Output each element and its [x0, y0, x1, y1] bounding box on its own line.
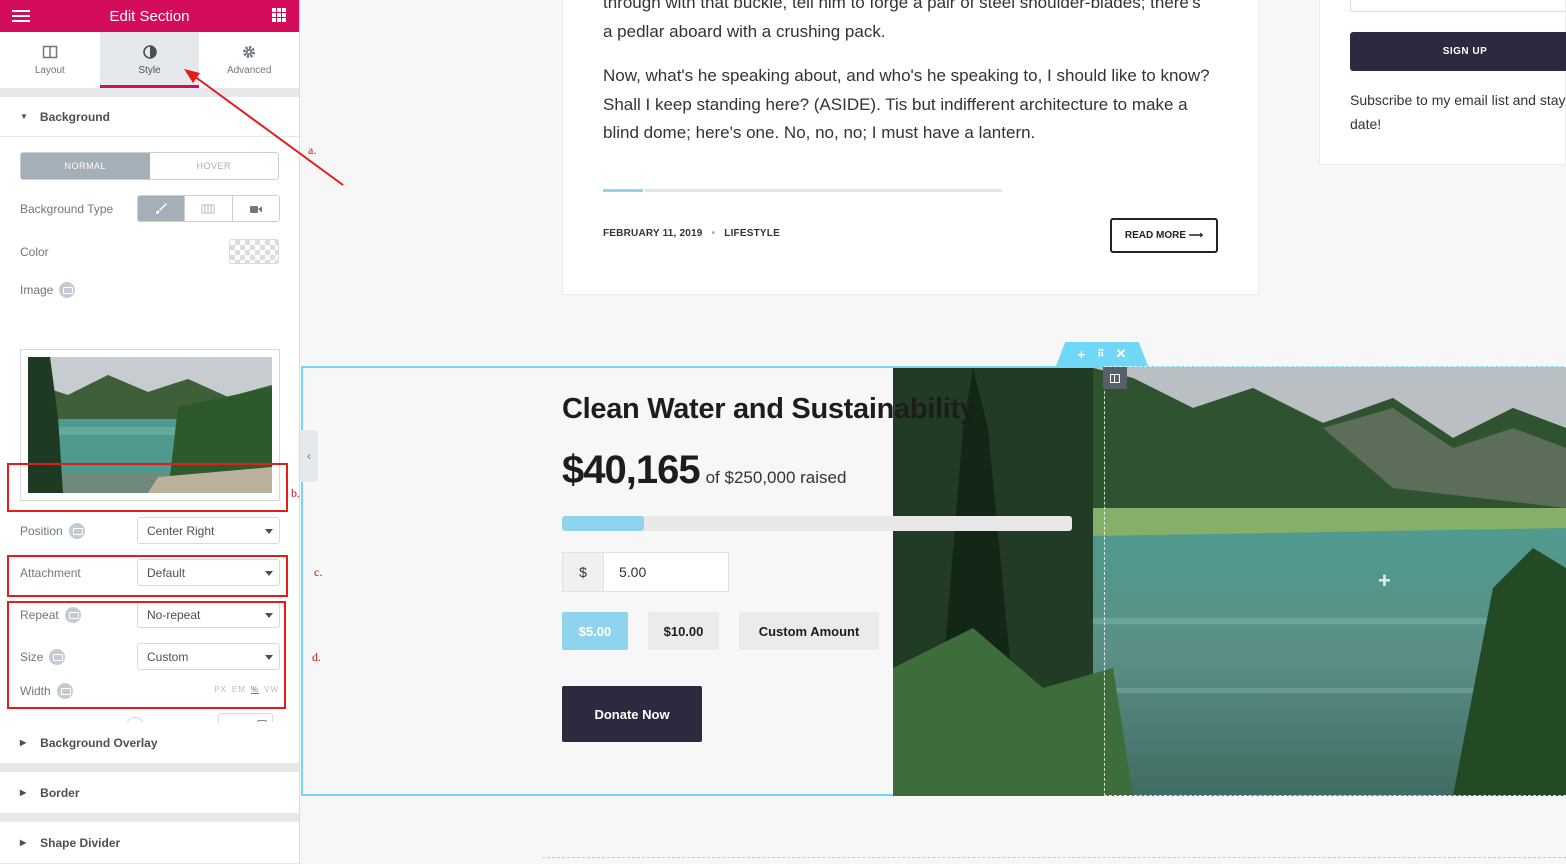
donate-now-button[interactable]: Donate Now: [562, 686, 702, 742]
color-label: Color: [20, 245, 49, 259]
color-swatch[interactable]: [229, 239, 279, 264]
annotation-label-c: c.: [314, 565, 323, 579]
post-category[interactable]: LIFESTYLE: [724, 228, 780, 239]
currency-symbol: $: [563, 553, 604, 591]
donation-title: Clean Water and Sustainability: [562, 393, 976, 425]
background-type-group: [137, 195, 280, 222]
amount-input[interactable]: 5.00: [604, 553, 728, 591]
column-icon: [1110, 373, 1120, 383]
amount-option-custom[interactable]: Custom Amount: [739, 612, 879, 650]
type-gradient-button[interactable]: [185, 196, 233, 221]
half-circle-icon: [142, 45, 157, 59]
caret-right-icon: ▶: [20, 788, 27, 797]
caret-down-icon: ▼: [20, 112, 28, 121]
divider-accent: [603, 189, 643, 192]
annotation-label-a: a.: [308, 143, 317, 157]
gradient-icon: [201, 204, 215, 213]
caret-right-icon: ▶: [20, 838, 27, 847]
newsletter-widget: SIGN UP Subscribe to my email list and s…: [1319, 0, 1566, 165]
blog-post-card: through with that buckle, tell him to fo…: [562, 0, 1259, 295]
annotation-label-b: b.: [291, 486, 300, 500]
post-meta: FEBRUARY 11, 2019 • LIFESTYLE: [603, 228, 780, 239]
amount-option-5[interactable]: $5.00: [562, 612, 628, 650]
annotation-box-repeat: [7, 555, 288, 597]
column-edit-handle[interactable]: [1103, 367, 1127, 389]
responsive-icon[interactable]: [68, 522, 85, 539]
section-shape-divider-title: Shape Divider: [40, 835, 121, 850]
collapse-panel-handle[interactable]: ‹: [300, 430, 318, 482]
section-background-overlay[interactable]: ▶ Background Overlay: [0, 722, 299, 763]
tab-layout-label: Layout: [34, 65, 65, 76]
widgets-grid-icon[interactable]: [272, 8, 286, 22]
divider-line: [645, 189, 1002, 192]
section-border[interactable]: ▶ Border: [0, 772, 299, 813]
position-label: Position: [20, 522, 85, 539]
annotation-label-d: d.: [312, 650, 321, 664]
caret-right-icon: ▶: [20, 738, 27, 747]
responsive-icon[interactable]: [59, 282, 76, 298]
tab-normal[interactable]: NORMAL: [21, 153, 150, 179]
position-control: Position Center Right: [20, 517, 280, 544]
position-label-text: Position: [20, 523, 63, 538]
annotation-arrow: [184, 69, 344, 186]
post-text-top: through with that buckle, tell him to fo…: [603, 0, 1201, 41]
section-toolbar: + ⠿ ✕: [1056, 342, 1148, 366]
section-border-title: Border: [40, 785, 80, 800]
tab-layout[interactable]: Layout: [0, 32, 100, 88]
donation-raised: $40,165 of $250,000 raised: [562, 448, 846, 493]
image-label-text: Image: [20, 283, 54, 297]
section-background-title: Background: [39, 109, 110, 124]
add-section-icon[interactable]: +: [1078, 347, 1086, 362]
post-date: FEBRUARY 11, 2019: [603, 228, 703, 239]
raised-amount: $40,165: [562, 448, 701, 492]
position-select[interactable]: Center Right: [137, 517, 280, 544]
type-classic-button[interactable]: [138, 196, 186, 221]
close-icon[interactable]: ✕: [1116, 346, 1127, 362]
subscribe-text: Subscribe to my email list and stay date…: [1350, 92, 1566, 132]
video-camera-icon: [249, 205, 262, 213]
amount-option-10[interactable]: $10.00: [648, 612, 719, 650]
drag-handle-icon[interactable]: ⠿: [1097, 349, 1104, 360]
chevron-left-icon: ‹: [307, 449, 311, 463]
goal-text: of $250,000 raised: [705, 468, 847, 487]
donation-progress-fill: [562, 516, 644, 531]
background-type-label: Background Type: [20, 202, 114, 216]
type-video-button[interactable]: [233, 196, 279, 221]
add-element-icon[interactable]: +: [1378, 568, 1391, 594]
columns-icon: [42, 45, 58, 59]
amount-field: $ 5.00: [562, 552, 729, 592]
hamburger-menu-icon[interactable]: [12, 7, 30, 25]
panel-title: Edit Section: [109, 7, 190, 25]
section-shape-divider[interactable]: ▶ Shape Divider: [0, 822, 299, 863]
brush-icon: [156, 202, 168, 214]
gear-icon: [243, 46, 256, 58]
annotation-box-size: [7, 601, 286, 709]
section-background-overlay-title: Background Overlay: [40, 735, 158, 750]
separator-dot: •: [711, 228, 716, 239]
image-label: Image: [20, 282, 76, 298]
email-field[interactable]: [1350, 0, 1566, 12]
sign-up-button[interactable]: SIGN UP: [1350, 32, 1566, 71]
column-outline: [1104, 366, 1566, 796]
chevron-down-icon: [265, 529, 273, 534]
color-control: Color: [20, 232, 279, 272]
donation-progress-bar: [562, 516, 1072, 531]
tab-style-label: Style: [138, 65, 161, 76]
read-more-button[interactable]: READ MORE ⟶: [1110, 218, 1218, 253]
position-value: Center Right: [147, 523, 215, 538]
panel-header: Edit Section: [0, 0, 299, 32]
image-control: Image: [20, 280, 279, 300]
annotation-box-position: [7, 463, 288, 512]
empty-section-outline: [542, 857, 1566, 858]
post-paragraph: Now, what's he speaking about, and who's…: [603, 66, 1210, 142]
background-type-control: Background Type: [20, 195, 280, 223]
